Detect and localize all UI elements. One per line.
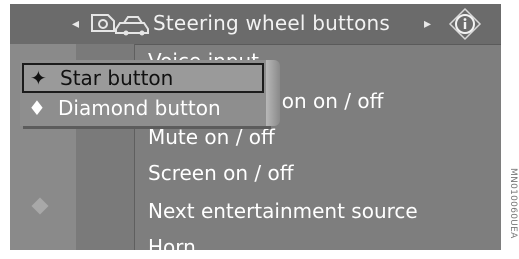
info-icon[interactable] xyxy=(447,7,483,41)
diamond-icon: ♦ xyxy=(28,96,46,120)
popup-item-star-button[interactable]: ✦ Star button xyxy=(22,63,264,93)
header-bar: ◂ Steering wheel buttons ▸ xyxy=(10,4,501,45)
star-icon: ✦ xyxy=(30,66,47,90)
reference-code: MN010060UEA xyxy=(508,168,518,239)
list-item-horn[interactable]: Horn xyxy=(148,234,196,250)
button-select-popup: ✦ Star button ♦ Diamond button xyxy=(20,60,280,126)
arrow-left-icon[interactable]: ◂ xyxy=(72,16,79,32)
steering-vehicle-icon xyxy=(91,14,149,36)
arrow-right-icon[interactable]: ▸ xyxy=(424,16,431,32)
list-item-next-entertainment[interactable]: Next entertainment source xyxy=(148,198,418,224)
popup-item-label: Star button xyxy=(60,66,174,90)
display-screen: ◂ Steering wheel buttons ▸ Voice input V… xyxy=(10,4,501,250)
popup-scroll-edge xyxy=(266,60,280,126)
popup-item-label: Diamond button xyxy=(58,96,221,120)
page-title: Steering wheel buttons xyxy=(153,11,390,35)
list-item-mute[interactable]: Mute on / off xyxy=(148,124,275,150)
list-item-screen[interactable]: Screen on / off xyxy=(148,160,294,186)
popup-item-diamond-button[interactable]: ♦ Diamond button xyxy=(22,95,266,125)
